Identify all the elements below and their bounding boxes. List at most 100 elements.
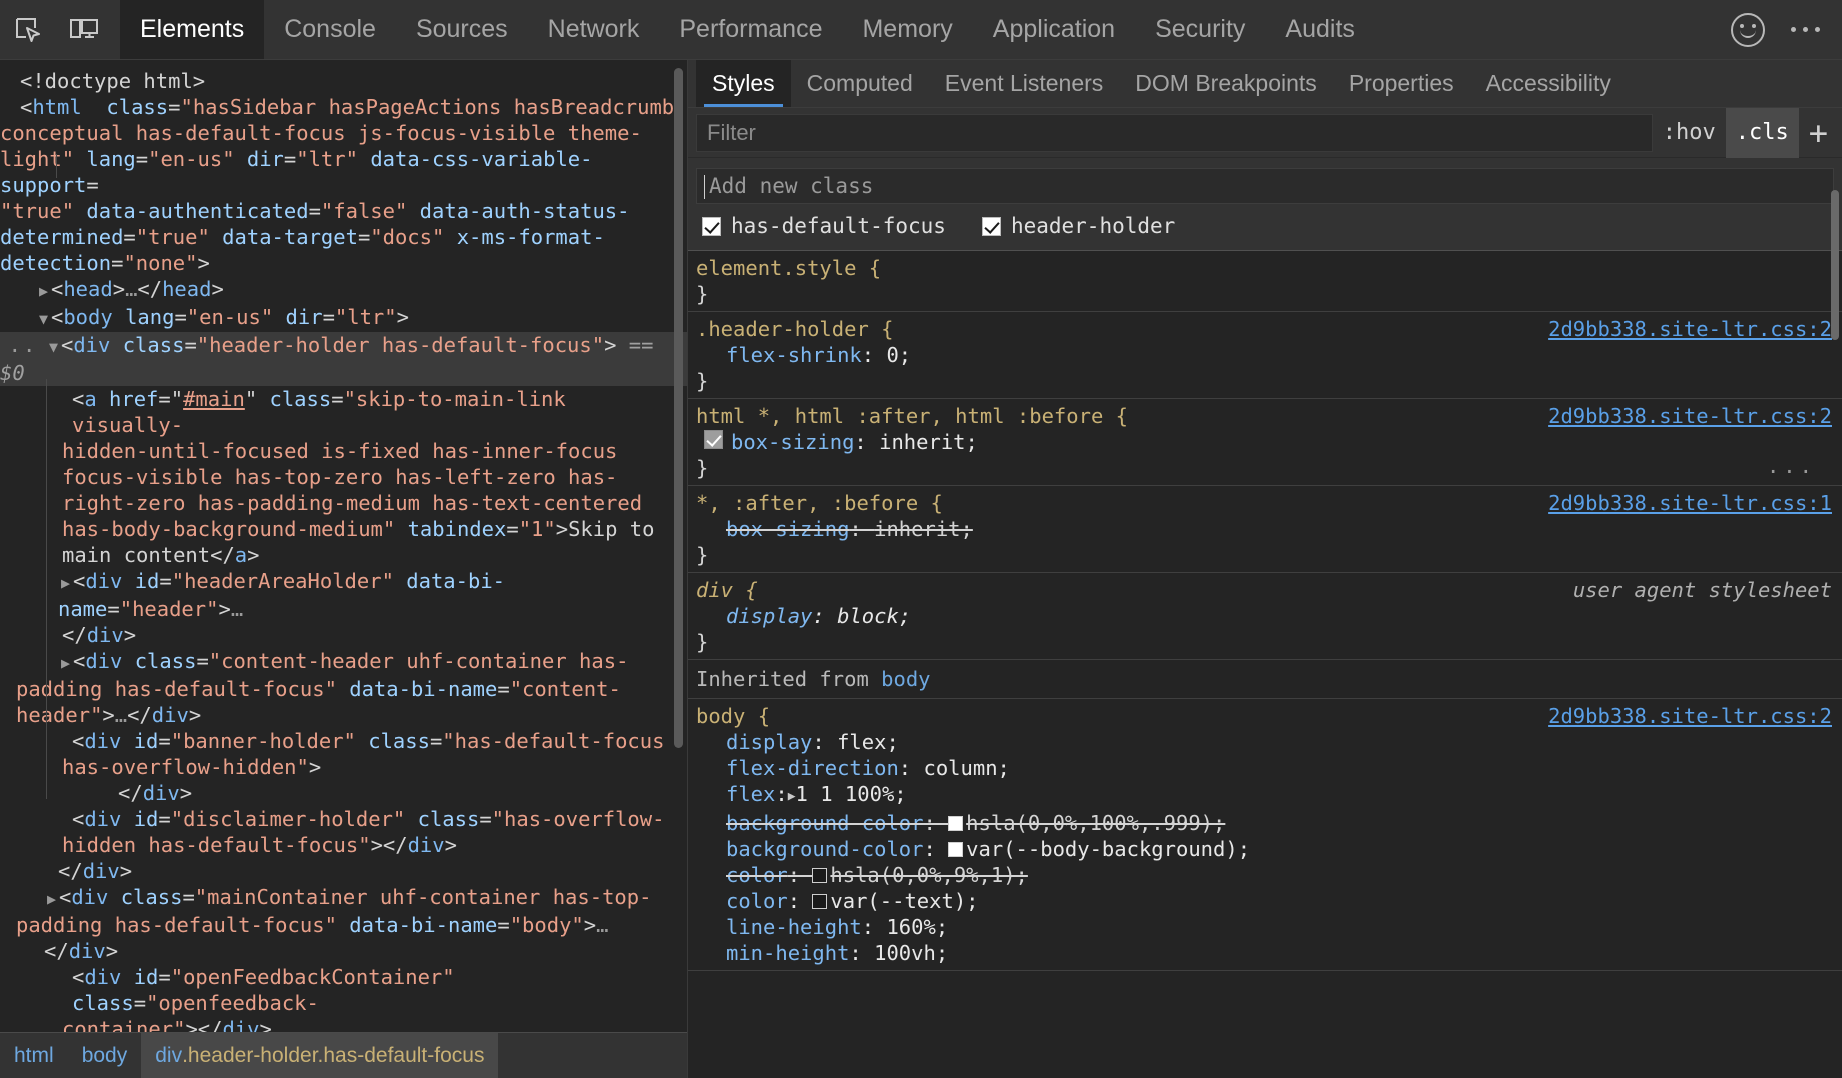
tab-styles[interactable]: Styles bbox=[696, 60, 791, 107]
tab-elements[interactable]: Elements bbox=[120, 0, 264, 59]
tab-performance[interactable]: Performance bbox=[659, 0, 842, 59]
css-declaration-color[interactable]: color: var(--text); bbox=[696, 888, 1842, 914]
color-swatch[interactable] bbox=[948, 816, 963, 831]
css-rule-universal[interactable]: 2d9bb338.site-ltr.css:1 *, :after, :befo… bbox=[688, 486, 1842, 573]
tab-memory[interactable]: Memory bbox=[842, 0, 972, 59]
css-declaration-box-sizing[interactable]: box-sizing: inherit; bbox=[696, 429, 1842, 455]
breadcrumb-item-body[interactable]: body bbox=[68, 1033, 142, 1078]
css-declaration-background-color-overridden[interactable]: background-color: hsla(0,0%,100%,.999); bbox=[696, 810, 1842, 836]
css-property-name[interactable]: min-height bbox=[726, 941, 849, 965]
tab-console[interactable]: Console bbox=[264, 0, 396, 59]
css-property-name[interactable]: box-sizing bbox=[726, 517, 849, 541]
css-property-name[interactable]: box-sizing bbox=[731, 430, 854, 454]
class-toggle-has-default-focus[interactable]: has-default-focus bbox=[702, 214, 946, 238]
dom-node-content-header[interactable]: <div class="content-header uhf-container… bbox=[0, 648, 687, 728]
css-declaration-min-height[interactable]: min-height: 100vh; bbox=[696, 940, 1842, 966]
skip-link-href[interactable]: #main bbox=[183, 387, 245, 411]
filter-input[interactable]: Filter bbox=[696, 114, 1653, 152]
css-declaration-display[interactable]: display: block; bbox=[696, 603, 1842, 629]
dom-node-disclaimer-holder[interactable]: <div id="disclaimer-holder" class="has-o… bbox=[0, 806, 687, 858]
css-source-link[interactable]: 2d9bb338.site-ltr.css:2 bbox=[1548, 403, 1832, 429]
dom-tree[interactable]: <!doctype html> <html class="hasSidebar … bbox=[0, 60, 687, 1032]
declaration-checkbox-icon[interactable] bbox=[704, 430, 723, 449]
css-property-name[interactable]: line-height bbox=[726, 915, 862, 939]
color-swatch[interactable] bbox=[948, 842, 963, 857]
css-property-name[interactable]: flex-shrink bbox=[726, 343, 862, 367]
css-declaration-display[interactable]: display: flex; bbox=[696, 729, 1842, 755]
dom-node-feedback-container[interactable]: <div id="openFeedbackContainer" class="o… bbox=[0, 964, 687, 1032]
smiley-icon[interactable] bbox=[1731, 13, 1765, 47]
css-property-value[interactable]: var(--body-background); bbox=[966, 837, 1250, 861]
breadcrumb-item-div-header-holder[interactable]: div.header-holder.has-default-focus bbox=[141, 1033, 498, 1078]
css-property-name[interactable]: color bbox=[726, 863, 788, 887]
css-declaration-flex-shrink[interactable]: flex-shrink: 0; bbox=[696, 342, 1842, 368]
dom-tree-scrollbar[interactable] bbox=[674, 68, 683, 748]
css-rule-element-style[interactable]: element.style { } bbox=[688, 251, 1842, 312]
css-property-name[interactable]: color bbox=[726, 889, 788, 913]
css-source-link[interactable]: 2d9bb338.site-ltr.css:1 bbox=[1548, 490, 1832, 516]
css-property-value[interactable]: block; bbox=[837, 604, 911, 628]
css-rule-div-ua[interactable]: user agent stylesheet div { display: blo… bbox=[688, 573, 1842, 660]
dom-node-body-close[interactable]: </div> bbox=[0, 938, 687, 964]
css-property-value[interactable]: column; bbox=[923, 756, 1009, 780]
dom-node-head[interactable]: <head>…</head> bbox=[0, 276, 687, 304]
class-toggle-header-holder[interactable]: header-holder bbox=[982, 214, 1175, 238]
more-options-icon[interactable] bbox=[1791, 27, 1820, 32]
css-property-name[interactable]: background-color bbox=[726, 811, 923, 835]
expand-arrow-main-container-icon[interactable] bbox=[44, 886, 59, 912]
css-selector[interactable]: element.style { bbox=[696, 255, 1842, 281]
css-property-value[interactable]: var(--text); bbox=[830, 889, 978, 913]
tab-application[interactable]: Application bbox=[973, 0, 1135, 59]
checkbox-icon[interactable] bbox=[982, 217, 1001, 236]
tab-properties[interactable]: Properties bbox=[1333, 60, 1470, 107]
css-declaration-background-color[interactable]: background-color: var(--body-background)… bbox=[696, 836, 1842, 862]
css-overflow-dots[interactable]: ... bbox=[1767, 453, 1816, 479]
tab-computed[interactable]: Computed bbox=[791, 60, 929, 107]
css-rules-list[interactable]: element.style { } 2d9bb338.site-ltr.css:… bbox=[688, 251, 1842, 1078]
css-property-name[interactable]: display bbox=[726, 730, 812, 754]
expand-shorthand-icon[interactable]: ▶ bbox=[788, 784, 796, 810]
css-declaration-box-sizing-overridden[interactable]: box-sizing: inherit; bbox=[696, 516, 1842, 542]
tab-event-listeners[interactable]: Event Listeners bbox=[929, 60, 1120, 107]
css-property-value[interactable]: inherit; bbox=[874, 517, 973, 541]
tab-dom-breakpoints[interactable]: DOM Breakpoints bbox=[1119, 60, 1333, 107]
hov-toggle-button[interactable]: :hov bbox=[1653, 108, 1726, 158]
css-property-value[interactable]: hsla(0,0%,9%,1); bbox=[830, 863, 1027, 887]
css-property-value[interactable]: 1 1 100%; bbox=[796, 782, 907, 806]
inspect-element-icon[interactable] bbox=[0, 0, 56, 59]
expand-arrow-header-holder-icon[interactable] bbox=[46, 334, 61, 360]
add-new-class-input[interactable]: Add new class bbox=[696, 168, 1834, 204]
css-property-value[interactable]: flex; bbox=[837, 730, 899, 754]
css-rule-html-universal[interactable]: 2d9bb338.site-ltr.css:2 html *, html :af… bbox=[688, 399, 1842, 486]
css-property-name[interactable]: display bbox=[726, 604, 812, 628]
css-rule-header-holder[interactable]: 2d9bb338.site-ltr.css:2 .header-holder {… bbox=[688, 312, 1842, 399]
breadcrumb-item-html[interactable]: html bbox=[0, 1033, 68, 1078]
dom-node-body[interactable]: <body lang="en-us" dir="ltr"> bbox=[0, 304, 687, 332]
css-property-value[interactable]: 160%; bbox=[886, 915, 948, 939]
expand-arrow-body-icon[interactable] bbox=[36, 306, 51, 332]
inherited-from-node[interactable]: body bbox=[881, 667, 930, 691]
dom-node-html[interactable]: <html class="hasSidebar hasPageActions h… bbox=[0, 94, 687, 276]
dom-node-main-container[interactable]: <div class="mainContainer uhf-container … bbox=[0, 884, 687, 938]
css-source-link[interactable]: 2d9bb338.site-ltr.css:2 bbox=[1548, 316, 1832, 342]
new-style-rule-button[interactable]: + bbox=[1799, 114, 1842, 152]
css-property-value[interactable]: 100vh; bbox=[874, 941, 948, 965]
dom-node-banner-holder[interactable]: <div id="banner-holder" class="has-defau… bbox=[0, 728, 687, 806]
css-declaration-flex-direction[interactable]: flex-direction: column; bbox=[696, 755, 1842, 781]
dom-node-header-holder-selected[interactable]: ..<div class="header-holder has-default-… bbox=[0, 332, 687, 386]
expand-arrow-content-header-icon[interactable] bbox=[58, 650, 73, 676]
css-property-name[interactable]: flex-direction bbox=[726, 756, 899, 780]
tab-sources[interactable]: Sources bbox=[396, 0, 528, 59]
device-toolbar-icon[interactable] bbox=[56, 0, 112, 59]
color-swatch[interactable] bbox=[812, 894, 827, 909]
dom-node-doctype[interactable]: <!doctype html> bbox=[0, 68, 687, 94]
styles-scrollbar[interactable] bbox=[1831, 251, 1839, 340]
tab-audits[interactable]: Audits bbox=[1265, 0, 1374, 59]
css-declaration-line-height[interactable]: line-height: 160%; bbox=[696, 914, 1842, 940]
expand-arrow-header-area-icon[interactable] bbox=[58, 570, 73, 596]
css-property-name[interactable]: background-color bbox=[726, 837, 923, 861]
css-property-value[interactable]: hsla(0,0%,100%,.999); bbox=[966, 811, 1225, 835]
css-property-value[interactable]: inherit; bbox=[879, 430, 978, 454]
css-property-value[interactable]: 0; bbox=[886, 343, 911, 367]
tab-security[interactable]: Security bbox=[1135, 0, 1265, 59]
